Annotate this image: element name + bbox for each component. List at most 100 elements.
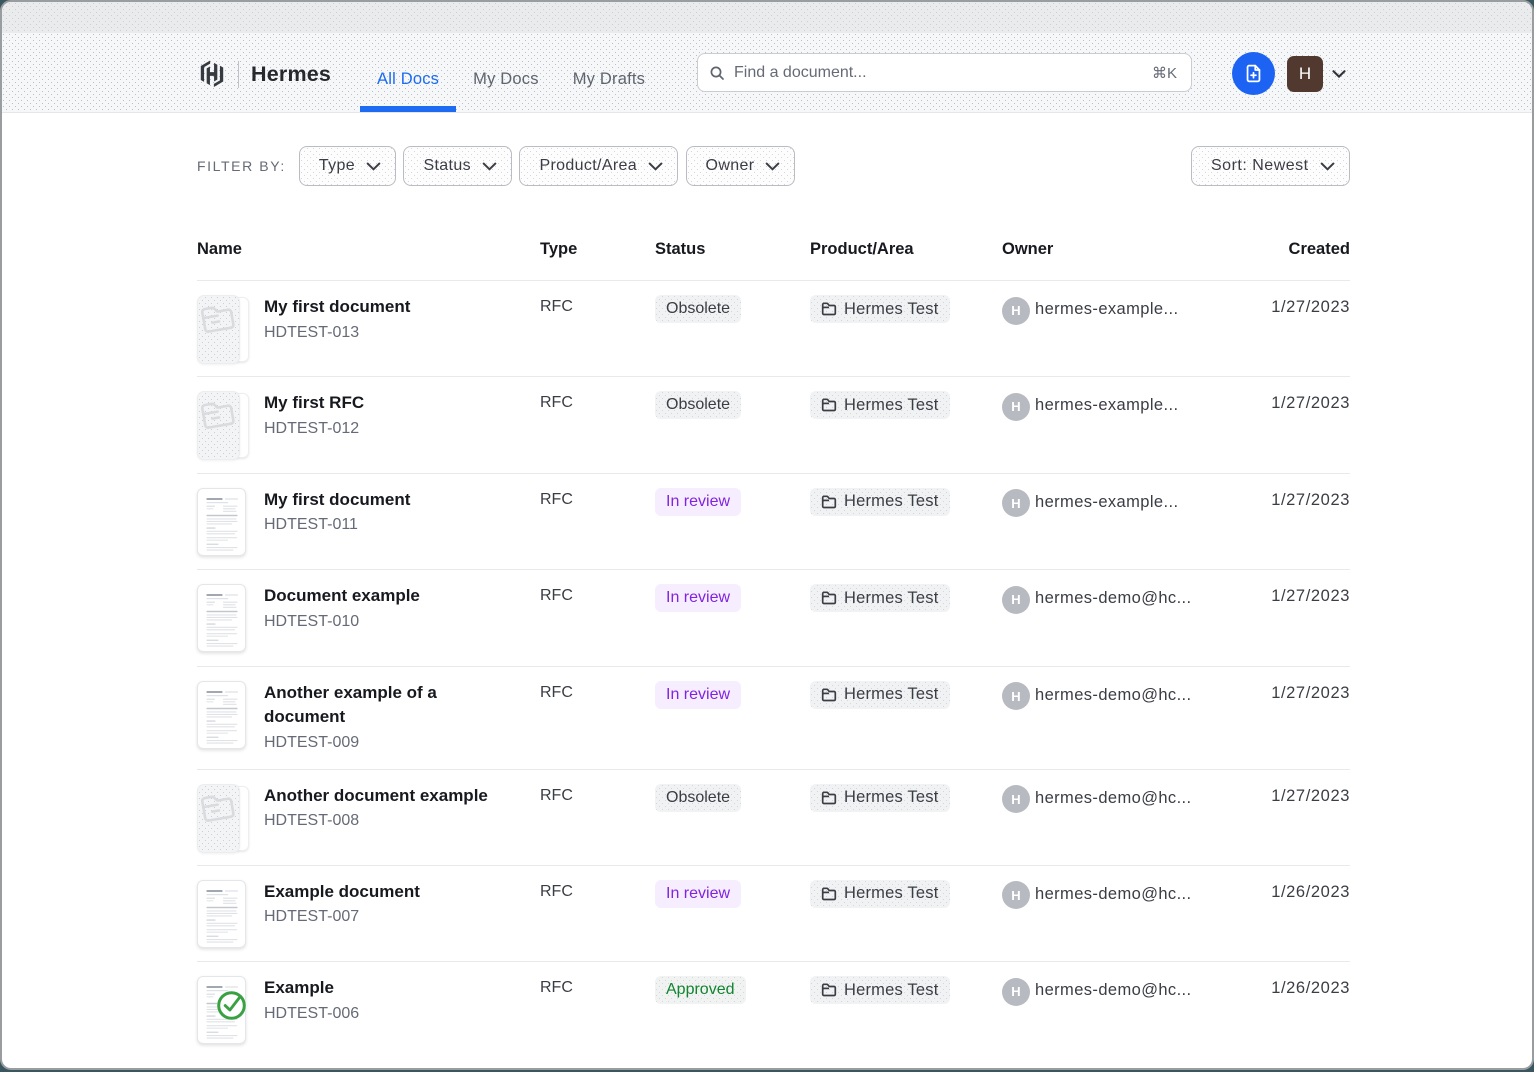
search-shortcut: ⌘K xyxy=(1152,64,1177,82)
table-row[interactable]: Example HDTEST-006 RFC Approved Hermes T… xyxy=(197,962,1350,1058)
owner-cell: H hermes-example... xyxy=(1002,295,1230,325)
status-cell: Obsolete xyxy=(655,784,810,812)
owner-cell: H hermes-demo@hc... xyxy=(1002,681,1230,711)
status-cell: In review xyxy=(655,681,810,709)
product-cell: Hermes Test xyxy=(810,880,1002,908)
document-type: RFC xyxy=(540,298,573,315)
table-row[interactable]: Another document example HDTEST-008 RFC … xyxy=(197,770,1350,866)
type-cell: RFC xyxy=(540,880,655,905)
search-box[interactable]: ⌘K xyxy=(697,53,1192,92)
status-badge: Obsolete xyxy=(655,295,741,323)
product-cell: Hermes Test xyxy=(810,488,1002,516)
name-cell: Another document example HDTEST-008 xyxy=(197,784,540,854)
owner-cell: H hermes-demo@hc... xyxy=(1002,584,1230,614)
document-number: HDTEST-006 xyxy=(264,1004,359,1024)
tab-all-docs[interactable]: All Docs xyxy=(360,33,456,112)
name-cell: Example HDTEST-006 xyxy=(197,976,540,1046)
document-title[interactable]: Example document xyxy=(264,880,420,905)
product-badge: Hermes Test xyxy=(810,295,950,323)
owner-email: hermes-example... xyxy=(1035,393,1178,418)
document-number: HDTEST-010 xyxy=(264,612,420,632)
name-cell: My first document HDTEST-013 xyxy=(197,295,540,365)
owner-cell: H hermes-demo@hc... xyxy=(1002,880,1230,910)
created-date: 1/26/2023 xyxy=(1271,979,1350,997)
document-title[interactable]: Document example xyxy=(264,584,420,609)
filter-label: Owner xyxy=(706,157,755,175)
filter-dropdown-type[interactable]: Type xyxy=(299,146,396,186)
document-title[interactable]: Another document example xyxy=(264,784,488,809)
table-row[interactable]: Another example of a document HDTEST-009… xyxy=(197,667,1350,770)
user-avatar[interactable]: H xyxy=(1287,56,1323,92)
created-date: 1/27/2023 xyxy=(1271,491,1350,509)
search-input[interactable] xyxy=(734,64,1152,82)
filter-dropdown-product-area[interactable]: Product/Area xyxy=(519,146,678,186)
document-type: RFC xyxy=(540,883,573,900)
table-row[interactable]: My first RFC HDTEST-012 RFC Obsolete Her… xyxy=(197,377,1350,473)
folder-icon xyxy=(821,494,837,510)
table-row[interactable]: My first document HDTEST-013 RFC Obsolet… xyxy=(197,281,1350,377)
created-date: 1/27/2023 xyxy=(1271,394,1350,412)
owner-email: hermes-demo@hc... xyxy=(1035,978,1192,1003)
new-document-button[interactable] xyxy=(1232,52,1275,95)
document-title[interactable]: Another example of a document xyxy=(264,681,514,730)
product-name: Hermes Test xyxy=(844,589,939,608)
table-header-row: NameTypeStatusProduct/AreaOwnerCreated xyxy=(197,240,1350,281)
document-type: RFC xyxy=(540,979,573,996)
owner-avatar: H xyxy=(1002,586,1030,614)
table-row[interactable]: Example document HDTEST-007 RFC In revie… xyxy=(197,866,1350,962)
owner-avatar: H xyxy=(1002,785,1030,813)
document-number: HDTEST-007 xyxy=(264,907,420,927)
status-cell: In review xyxy=(655,488,810,516)
window-titlebar xyxy=(2,2,1532,33)
filter-dropdown-status[interactable]: Status xyxy=(403,146,511,186)
chevron-down-icon xyxy=(482,162,497,171)
active-tab-underline xyxy=(360,106,456,112)
folder-icon xyxy=(821,982,837,998)
column-header-name: Name xyxy=(197,240,540,259)
product-name: Hermes Test xyxy=(844,396,939,415)
filter-label: Status xyxy=(423,157,470,175)
product-cell: Hermes Test xyxy=(810,391,1002,419)
tab-my-drafts[interactable]: My Drafts xyxy=(556,33,662,112)
product-name: Hermes Test xyxy=(844,788,939,807)
document-thumbnail xyxy=(197,488,249,558)
product-badge: Hermes Test xyxy=(810,784,950,812)
document-title[interactable]: My first document xyxy=(264,295,410,320)
status-cell: In review xyxy=(655,584,810,612)
sort-label: Sort: Newest xyxy=(1211,157,1309,175)
product-name: Hermes Test xyxy=(844,981,939,1000)
product-cell: Hermes Test xyxy=(810,681,1002,709)
document-type: RFC xyxy=(540,491,573,508)
status-badge: Approved xyxy=(655,976,746,1004)
sort-dropdown[interactable]: Sort: Newest xyxy=(1191,146,1350,186)
status-badge: Obsolete xyxy=(655,391,741,419)
created-date: 1/27/2023 xyxy=(1271,298,1350,316)
type-cell: RFC xyxy=(540,976,655,1001)
user-menu[interactable]: H xyxy=(1287,56,1346,92)
owner-email: hermes-demo@hc... xyxy=(1035,786,1192,811)
table-row[interactable]: Document example HDTEST-010 RFC In revie… xyxy=(197,570,1350,666)
filter-label: Product/Area xyxy=(539,157,637,175)
document-title[interactable]: Example xyxy=(264,976,359,1001)
filter-dropdown-owner[interactable]: Owner xyxy=(686,146,796,186)
product-cell: Hermes Test xyxy=(810,584,1002,612)
owner-email: hermes-demo@hc... xyxy=(1035,683,1192,708)
table-row[interactable]: My first document HDTEST-011 RFC In revi… xyxy=(197,474,1350,570)
owner-email: hermes-example... xyxy=(1035,490,1178,515)
document-title[interactable]: My first RFC xyxy=(264,391,364,416)
folder-icon xyxy=(821,590,837,606)
document-title[interactable]: My first document xyxy=(264,488,410,513)
folder-icon xyxy=(821,886,837,902)
name-cell: My first RFC HDTEST-012 xyxy=(197,391,540,461)
product-name: Hermes Test xyxy=(844,300,939,319)
app-header: Hermes All DocsMy DocsMy Drafts ⌘K H xyxy=(2,33,1532,113)
folder-icon xyxy=(821,687,837,703)
created-date: 1/27/2023 xyxy=(1271,684,1350,702)
column-header-product-area: Product/Area xyxy=(810,240,1002,259)
column-header-created: Created xyxy=(1230,240,1350,259)
created-date: 1/26/2023 xyxy=(1271,883,1350,901)
owner-avatar: H xyxy=(1002,881,1030,909)
tab-my-docs[interactable]: My Docs xyxy=(456,33,556,112)
type-cell: RFC xyxy=(540,391,655,416)
app-title: Hermes xyxy=(251,62,331,87)
